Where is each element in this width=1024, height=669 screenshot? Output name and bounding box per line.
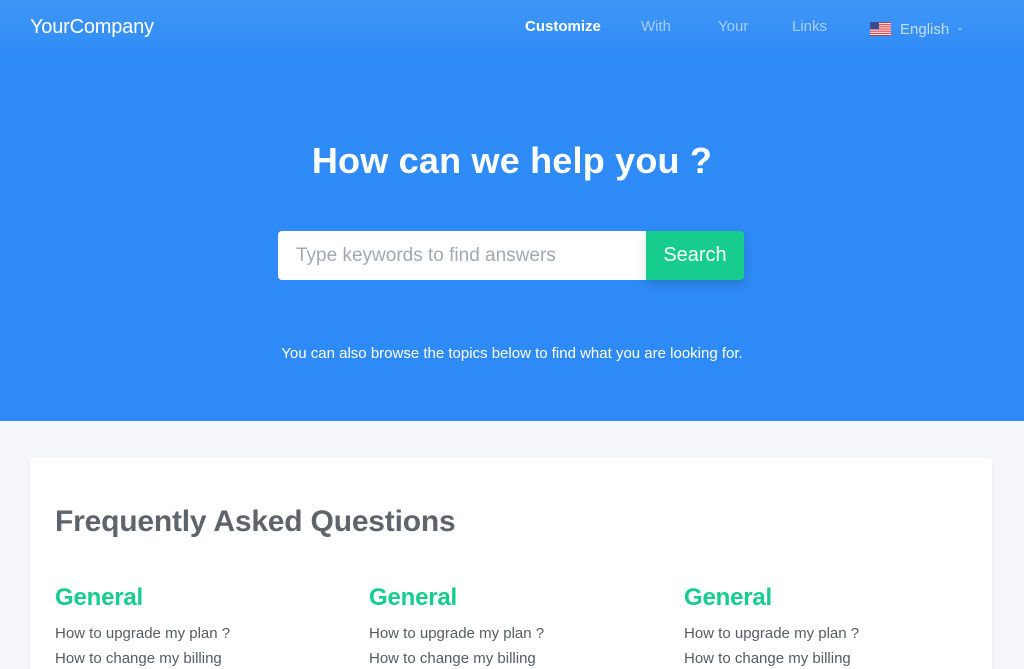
search-input[interactable]	[278, 231, 646, 280]
faq-question-link[interactable]: How to upgrade my plan ?	[55, 621, 345, 646]
chevron-down-icon: ⌄	[956, 22, 964, 32]
faq-category-heading: General	[684, 584, 772, 611]
faq-column: General How to upgrade my plan ? How to …	[369, 584, 659, 669]
faq-question-link[interactable]: How to upgrade my plan ?	[369, 621, 659, 646]
faq-category-heading: General	[369, 584, 457, 611]
faq-category-heading: General	[55, 584, 143, 611]
us-flag-icon	[870, 22, 891, 36]
faq-column: General How to upgrade my plan ? How to …	[684, 584, 974, 669]
faq-question-link[interactable]: How to change my billing	[369, 646, 659, 669]
nav-link-links[interactable]: Links	[792, 18, 827, 35]
hero-section: YourCompany Customize With Your Links En…	[0, 0, 1024, 421]
search-bar: Search	[278, 231, 744, 280]
nav-link-your[interactable]: Your	[718, 18, 748, 35]
faq-column: General How to upgrade my plan ? How to …	[55, 584, 345, 669]
hero-title: How can we help you ?	[311, 140, 713, 181]
search-button[interactable]: Search	[646, 231, 744, 280]
nav-link-with[interactable]: With	[641, 18, 671, 35]
faq-title: Frequently Asked Questions	[55, 505, 456, 538]
company-logo[interactable]: YourCompany	[30, 16, 154, 39]
faq-question-link[interactable]: How to upgrade my plan ?	[684, 621, 974, 646]
faq-question-link[interactable]: How to change my billing	[684, 646, 974, 669]
language-selector[interactable]: English ⌄	[870, 19, 964, 39]
faq-card: Frequently Asked Questions General How t…	[30, 458, 992, 669]
hero-subtitle: You can also browse the topics below to …	[281, 345, 743, 362]
nav-link-customize[interactable]: Customize	[525, 18, 601, 35]
faq-question-link[interactable]: How to change my billing	[55, 646, 345, 669]
top-navbar: YourCompany Customize With Your Links En…	[0, 0, 1024, 56]
language-label: English	[900, 20, 950, 38]
